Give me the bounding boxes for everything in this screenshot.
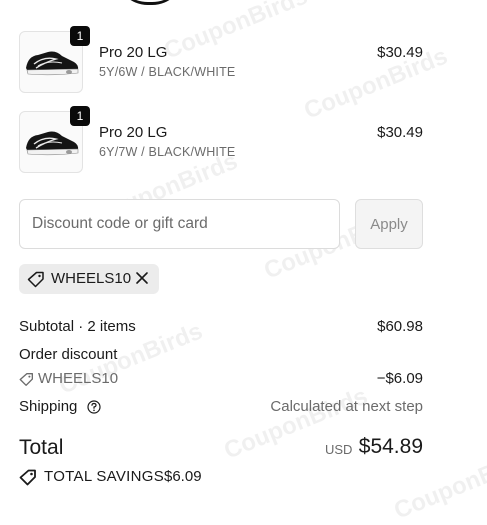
item-name: Pro 20 LG xyxy=(99,124,168,141)
total-savings-value: $6.09 xyxy=(164,468,202,485)
apply-button[interactable]: Apply xyxy=(355,199,423,249)
tag-icon xyxy=(19,373,33,387)
total-currency: USD xyxy=(325,442,353,457)
item-price: $30.49 xyxy=(377,124,423,141)
product-thumbnail: 1 xyxy=(19,26,90,93)
tag-icon xyxy=(27,271,44,288)
item-variant: 6Y/7W / BLACK/WHITE xyxy=(99,145,236,159)
product-thumbnail: 1 xyxy=(19,106,90,173)
cart-item: 1 Pro 20 LG 6Y/7W / BLACK/WHITE $30.49 xyxy=(19,106,423,175)
discount-value: −$6.09 xyxy=(376,370,423,387)
product-image-edge xyxy=(115,0,185,5)
shipping-value: Calculated at next step xyxy=(270,398,423,415)
total-savings-label: TOTAL SAVINGS xyxy=(44,468,165,485)
applied-code-label: WHEELS10 xyxy=(51,270,132,287)
shipping-label: Shipping xyxy=(19,398,78,415)
quantity-badge: 1 xyxy=(70,106,90,126)
cart-item: 1 Pro 20 LG 5Y/6W / BLACK/WHITE $30.49 xyxy=(19,26,423,95)
shoe-image xyxy=(26,51,79,76)
quantity-badge: 1 xyxy=(70,26,90,46)
discount-code-input[interactable] xyxy=(19,199,340,249)
total-amount: $54.89 xyxy=(358,435,423,458)
applied-discount-chip: WHEELS10 xyxy=(19,264,159,294)
item-name: Pro 20 LG xyxy=(99,44,168,61)
subtotal-value: $60.98 xyxy=(377,318,423,335)
close-icon[interactable] xyxy=(135,271,149,285)
item-price: $30.49 xyxy=(377,44,423,61)
subtotal-label: Subtotal · 2 items xyxy=(19,318,136,335)
help-circle-icon[interactable] xyxy=(87,400,101,414)
total-label: Total xyxy=(19,436,64,459)
discount-code-label: WHEELS10 xyxy=(38,370,119,387)
order-discount-label: Order discount xyxy=(19,346,118,363)
savings-tag-icon xyxy=(19,469,36,486)
item-variant: 5Y/6W / BLACK/WHITE xyxy=(99,65,236,79)
shoe-image xyxy=(26,131,79,156)
